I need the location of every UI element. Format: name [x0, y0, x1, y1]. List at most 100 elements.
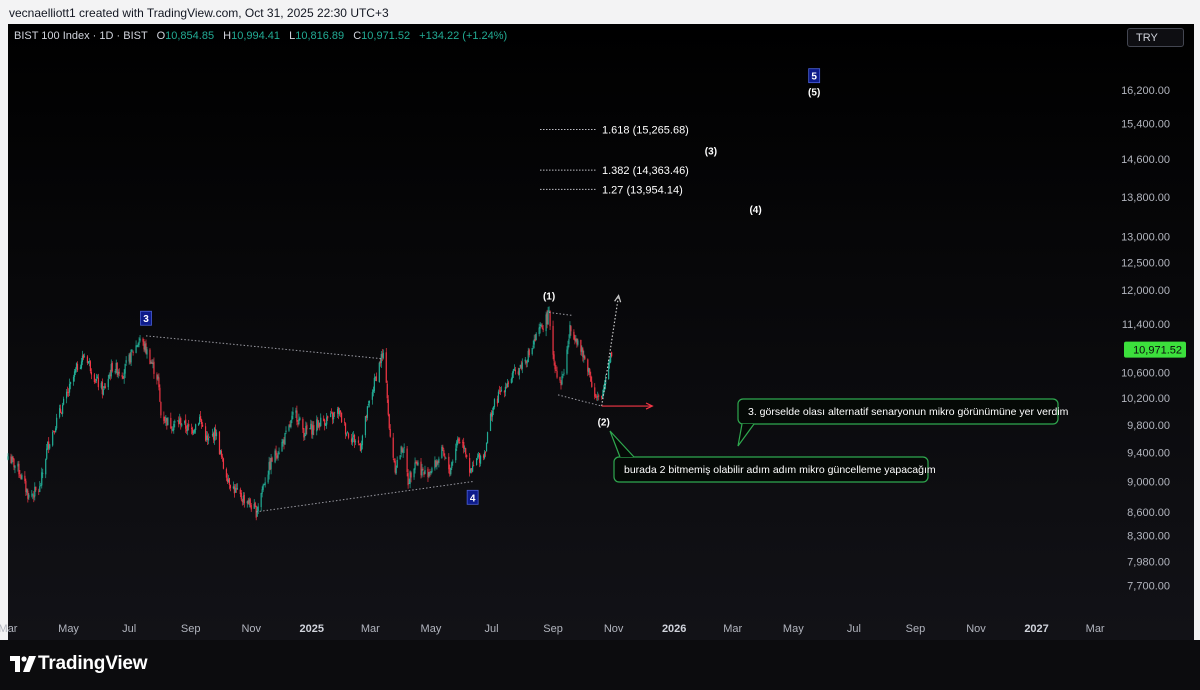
candle-body[interactable] [413, 468, 415, 478]
candle-body[interactable] [361, 435, 364, 446]
candle-body[interactable] [296, 410, 298, 422]
candle-body[interactable] [222, 458, 225, 469]
candle-body[interactable] [542, 328, 544, 331]
candle-body[interactable] [378, 362, 380, 383]
candle-body[interactable] [387, 399, 389, 415]
candle-body[interactable] [180, 418, 182, 426]
candle-body[interactable] [399, 455, 401, 460]
candle-body[interactable] [153, 361, 155, 374]
candle-body[interactable] [49, 444, 51, 449]
candle-body[interactable] [573, 331, 575, 340]
candle-body[interactable] [83, 356, 86, 358]
candle-body[interactable] [191, 427, 193, 430]
candle-body[interactable] [201, 424, 204, 427]
candle-body[interactable] [514, 369, 516, 372]
candle-body[interactable] [444, 456, 446, 458]
candle-body[interactable] [130, 349, 132, 363]
wave-label[interactable]: (2) [598, 417, 610, 428]
candle-body[interactable] [465, 448, 467, 455]
candle-body[interactable] [208, 436, 211, 438]
candle-body[interactable] [549, 310, 551, 327]
candle-body[interactable] [497, 391, 500, 403]
candle-body[interactable] [563, 372, 565, 374]
candle-body[interactable] [554, 362, 556, 370]
candle-body[interactable] [111, 362, 113, 372]
candle-body[interactable] [538, 327, 540, 335]
candle-body[interactable] [559, 377, 561, 381]
candle-body[interactable] [521, 362, 523, 369]
candle-body[interactable] [354, 440, 357, 442]
candle-body[interactable] [94, 381, 96, 383]
candle-body[interactable] [505, 387, 507, 389]
candle-body[interactable] [76, 364, 79, 371]
candle-body[interactable] [95, 378, 97, 382]
wave-label[interactable]: (3) [705, 147, 717, 158]
candle-body[interactable] [185, 419, 187, 429]
candle-body[interactable] [366, 406, 369, 418]
candle-body[interactable] [422, 469, 424, 471]
candle-body[interactable] [438, 458, 440, 463]
candle-body[interactable] [264, 482, 266, 486]
candle-body[interactable] [118, 371, 120, 374]
candle-body[interactable] [591, 381, 593, 387]
candle-body[interactable] [424, 470, 426, 474]
candle-body[interactable] [532, 345, 534, 348]
candle-body[interactable] [243, 494, 245, 504]
candle-body[interactable] [292, 411, 294, 415]
candle-body[interactable] [389, 428, 391, 437]
candle-body[interactable] [347, 433, 350, 438]
candle-body[interactable] [351, 437, 354, 443]
candle-body[interactable] [466, 454, 468, 457]
candle-body[interactable] [428, 471, 430, 476]
candle-body[interactable] [334, 412, 336, 414]
candle-body[interactable] [367, 404, 369, 406]
candle-body[interactable] [402, 449, 404, 453]
candle-body[interactable] [472, 465, 474, 472]
candle-body[interactable] [568, 339, 570, 345]
candle-body[interactable] [72, 376, 75, 382]
candle-body[interactable] [291, 415, 293, 421]
candle-body[interactable] [452, 461, 454, 463]
wave-trendline[interactable] [256, 481, 473, 513]
candle-body[interactable] [304, 434, 306, 437]
candle-body[interactable] [260, 493, 262, 508]
candle-body[interactable] [500, 390, 503, 391]
candle-body[interactable] [302, 419, 304, 430]
wave-label[interactable]: 3 [143, 314, 149, 325]
candle-body[interactable] [388, 414, 390, 429]
candle-body[interactable] [451, 462, 453, 468]
candle-body[interactable] [463, 442, 465, 449]
candle-body[interactable] [492, 406, 495, 410]
candle-body[interactable] [392, 437, 394, 458]
candle-body[interactable] [486, 432, 489, 444]
candle-body[interactable] [491, 410, 494, 417]
candle-body[interactable] [173, 423, 175, 430]
candle-body[interactable] [414, 462, 416, 470]
candle-body[interactable] [608, 362, 610, 380]
candle-body[interactable] [132, 351, 134, 353]
candle-body[interactable] [55, 428, 57, 433]
symbol-name[interactable]: BIST 100 Index · 1D · BIST [14, 30, 148, 42]
candle-body[interactable] [340, 412, 343, 423]
candle-body[interactable] [450, 468, 452, 475]
candle-body[interactable] [107, 378, 109, 388]
candle-body[interactable] [97, 377, 99, 388]
candle-body[interactable] [485, 442, 488, 452]
candle-body[interactable] [561, 376, 563, 385]
candle-body[interactable] [473, 465, 475, 467]
candle-body[interactable] [528, 349, 530, 356]
candle-body[interactable] [584, 356, 586, 360]
candle-body[interactable] [267, 474, 269, 483]
candle-body[interactable] [28, 494, 30, 498]
candle-body[interactable] [14, 465, 16, 469]
candle-body[interactable] [125, 360, 127, 363]
candle-body[interactable] [285, 430, 287, 433]
candle-body[interactable] [65, 391, 68, 399]
candle-body[interactable] [277, 454, 279, 458]
candle-body[interactable] [225, 468, 228, 478]
candle-body[interactable] [396, 459, 398, 468]
candle-body[interactable] [371, 392, 373, 400]
candle-body[interactable] [21, 475, 23, 480]
candle-body[interactable] [167, 417, 169, 426]
candle-body[interactable] [290, 419, 292, 428]
